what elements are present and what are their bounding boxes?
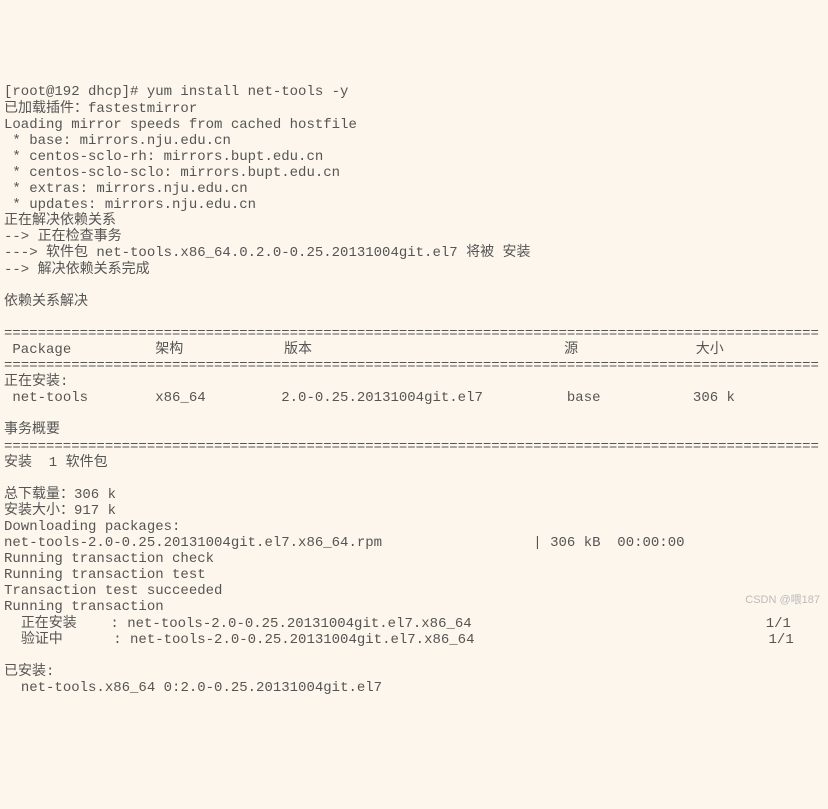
output-line: Loading mirror speeds from cached hostfi… <box>4 117 357 133</box>
output-line: * centos-sclo-rh: mirrors.bupt.edu.cn <box>4 149 323 165</box>
output-line: * base: mirrors.nju.edu.cn <box>4 133 231 149</box>
output-line: 依赖关系解决 <box>4 294 88 310</box>
output-line: * updates: mirrors.nju.edu.cn <box>4 197 256 213</box>
output-line: ---> 软件包 net-tools.x86_64.0.2.0-0.25.201… <box>4 245 530 261</box>
terminal-output: [root@192 dhcp]# yum install net-tools -… <box>4 68 824 696</box>
output-line: * centos-sclo-sclo: mirrors.bupt.edu.cn <box>4 165 340 181</box>
output-line: Running transaction <box>4 599 164 615</box>
output-line: 正在安装 : net-tools-2.0-0.25.20131004git.el… <box>4 616 791 632</box>
output-line: --> 正在检查事务 <box>4 229 122 245</box>
output-line: net-tools-2.0-0.25.20131004git.el7.x86_6… <box>4 535 685 551</box>
output-line: 安装 1 软件包 <box>4 455 108 471</box>
output-line: 验证中 : net-tools-2.0-0.25.20131004git.el7… <box>4 632 794 648</box>
separator-line: ========================================… <box>4 326 819 342</box>
output-line: Downloading packages: <box>4 519 180 535</box>
output-line: 正在安装: <box>4 374 68 390</box>
output-line: 已安装: <box>4 664 54 680</box>
output-line: 总下载量：306 k <box>4 487 116 503</box>
output-line: 事务概要 <box>4 422 60 438</box>
table-row: net-tools x86_64 2.0-0.25.20131004git.el… <box>4 390 735 406</box>
separator-line: ========================================… <box>4 439 819 455</box>
prompt-line: [root@192 dhcp]# yum install net-tools -… <box>4 84 348 100</box>
table-header: Package 架构 版本 源 大小 <box>4 342 724 358</box>
separator-line: ========================================… <box>4 358 819 374</box>
output-line: 已加载插件：fastestmirror <box>4 101 197 117</box>
output-line: * extras: mirrors.nju.edu.cn <box>4 181 248 197</box>
output-line: Transaction test succeeded <box>4 583 222 599</box>
watermark-text: CSDN @喂187 <box>745 594 820 607</box>
output-line: --> 解决依赖关系完成 <box>4 262 150 278</box>
output-line: Running transaction check <box>4 551 214 567</box>
output-line: 安装大小：917 k <box>4 503 116 519</box>
output-line: net-tools.x86_64 0:2.0-0.25.20131004git.… <box>4 680 382 696</box>
output-line: Running transaction test <box>4 567 206 583</box>
output-line: 正在解决依赖关系 <box>4 213 116 229</box>
